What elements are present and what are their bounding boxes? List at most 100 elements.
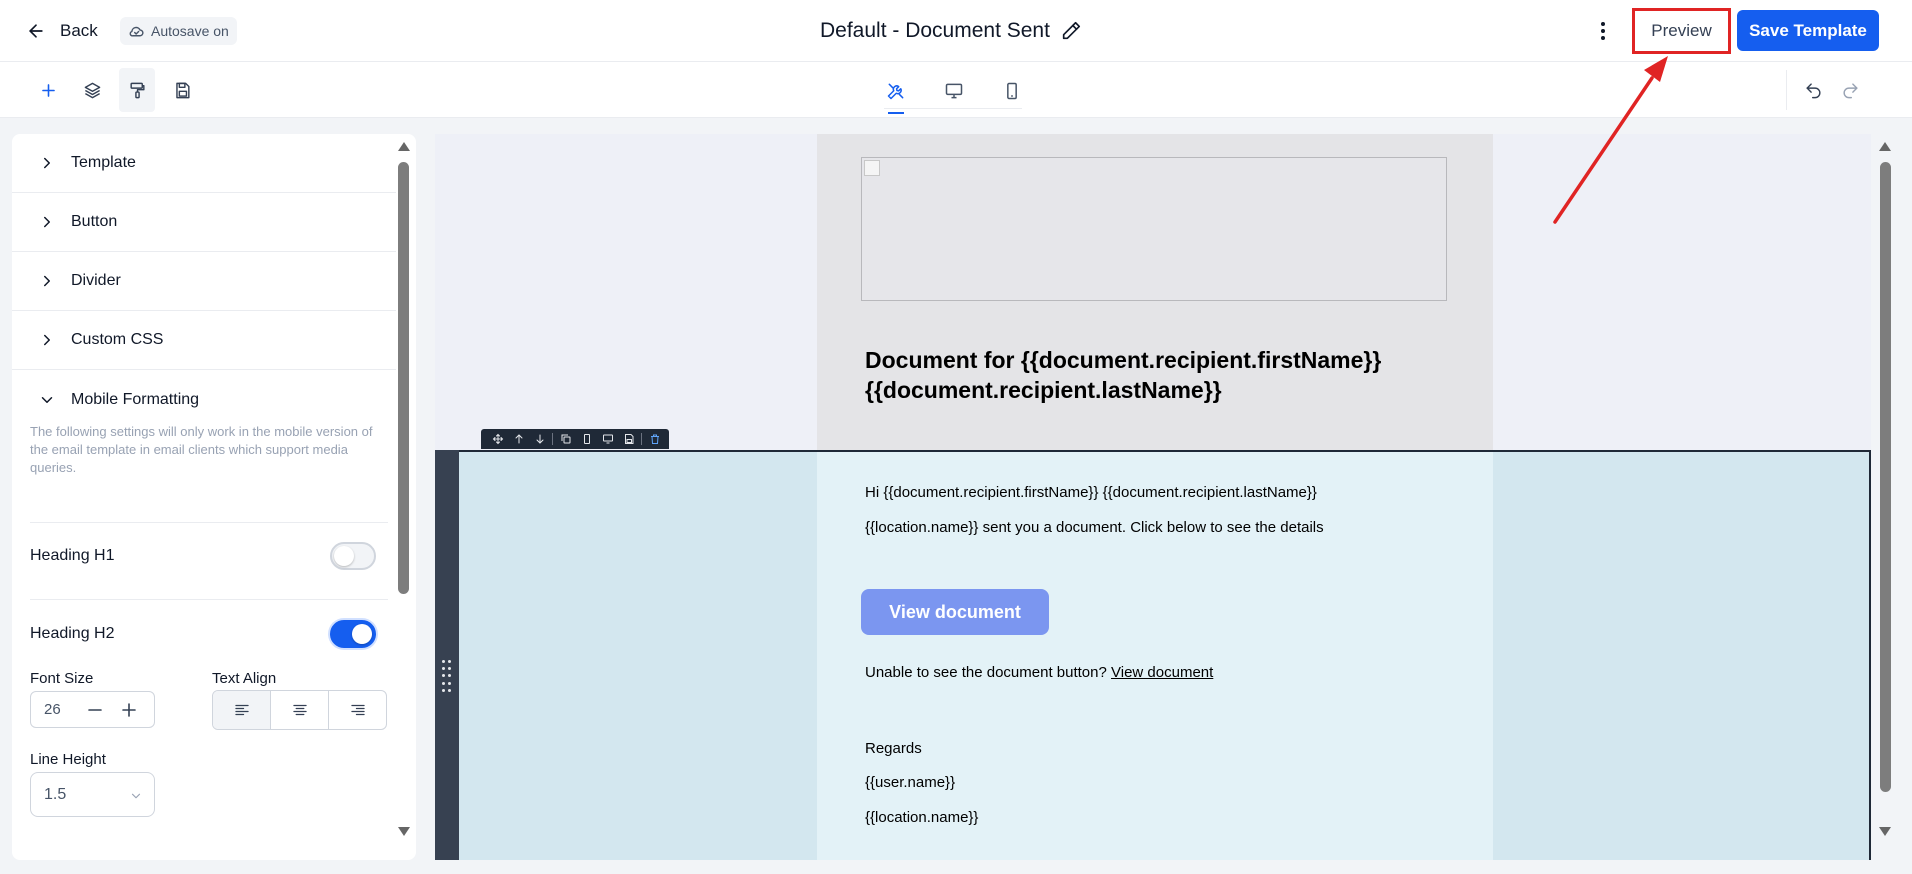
move-down-button[interactable] — [529, 429, 550, 449]
font-size-stepper[interactable]: 26 — [30, 691, 155, 728]
toolbar-divider — [1786, 70, 1787, 110]
view-tabs-divider — [884, 108, 1022, 109]
layers-button[interactable] — [74, 68, 110, 112]
panel-scrollbar[interactable] — [398, 162, 409, 594]
pencil-icon[interactable] — [1060, 20, 1082, 42]
fallback-text: Unable to see the document button? — [865, 664, 1107, 681]
settings-panel: Template Button Divider Custom CSS Mobil… — [12, 134, 416, 860]
user-name-text[interactable]: {{user.name}} — [865, 774, 955, 791]
canvas-scroll-up[interactable] — [1879, 142, 1891, 151]
editor-toolbar — [0, 62, 1912, 118]
autosave-badge: Autosave on — [120, 17, 237, 45]
mobile-formatting-description: The following settings will only work in… — [30, 424, 373, 475]
heading-h2-toggle[interactable] — [330, 620, 376, 648]
canvas-scroll-down[interactable] — [1879, 827, 1891, 836]
preview-label: Preview — [1651, 21, 1712, 40]
chevron-right-icon — [44, 216, 50, 228]
accordion-label: Custom CSS — [71, 331, 164, 348]
undo-button[interactable] — [1795, 68, 1831, 112]
add-block-button[interactable] — [30, 68, 66, 112]
heading-h1-toggle[interactable] — [330, 542, 376, 570]
back-label: Back — [60, 21, 98, 40]
save-template-button[interactable]: Save Template — [1737, 10, 1879, 51]
align-left-icon — [234, 704, 249, 716]
text-align-label: Text Align — [212, 670, 277, 687]
page-title: Default - Document Sent — [820, 19, 1050, 42]
toolbar-separator — [552, 433, 553, 445]
align-right-icon — [350, 704, 365, 716]
save-section-button[interactable] — [618, 429, 639, 449]
tab-tools[interactable] — [878, 70, 914, 114]
plus-icon — [122, 703, 136, 717]
section-toolbar — [481, 429, 669, 449]
mobile-icon — [583, 434, 590, 444]
location-name-text[interactable]: {{location.name}} — [865, 809, 978, 826]
save-icon — [624, 434, 633, 444]
styles-button[interactable] — [119, 68, 155, 112]
add-icon — [41, 83, 55, 97]
align-center-button[interactable] — [271, 691, 329, 729]
desktop-visibility-button[interactable] — [597, 429, 618, 449]
heading-h2-label: Heading H2 — [30, 625, 115, 642]
panel-scroll-down[interactable] — [398, 827, 410, 836]
delete-button[interactable] — [644, 429, 665, 449]
toggle-knob — [352, 624, 372, 644]
email-header-section[interactable]: Document for {{document.recipient.firstN… — [817, 134, 1493, 450]
greeting-text[interactable]: Hi {{document.recipient.firstName}} {{do… — [865, 484, 1317, 501]
save-icon — [175, 82, 190, 98]
accordion-label: Template — [71, 154, 136, 171]
accordion-label: Button — [71, 213, 118, 230]
regards-text[interactable]: Regards — [865, 740, 922, 757]
drag-dots-icon — [442, 660, 452, 694]
preview-button[interactable]: Preview — [1632, 8, 1731, 54]
chevron-right-icon — [44, 157, 50, 169]
increment-button[interactable] — [119, 700, 139, 720]
move-icon — [492, 433, 503, 445]
broken-image-placeholder[interactable] — [861, 157, 1447, 301]
sent-line-text[interactable]: {{location.name}} sent you a document. C… — [865, 519, 1324, 536]
heading-h1-label: Heading H1 — [30, 547, 115, 564]
line-height-select[interactable]: 1.5 — [30, 772, 155, 817]
duplicate-button[interactable] — [555, 429, 576, 449]
move-up-button[interactable] — [508, 429, 529, 449]
dots-vertical-icon — [1601, 22, 1605, 40]
align-center-icon — [292, 704, 307, 716]
section-drag-handle[interactable] — [435, 450, 459, 860]
chevron-down-icon — [131, 793, 141, 799]
save-block-button[interactable] — [164, 68, 200, 112]
accordion-custom-css[interactable]: Custom CSS — [12, 311, 396, 370]
accordion-button[interactable]: Button — [12, 193, 396, 252]
cloud-check-icon — [129, 26, 144, 36]
accordion-template[interactable]: Template — [12, 134, 396, 193]
decrement-button[interactable] — [85, 700, 105, 720]
font-size-value[interactable]: 26 — [44, 701, 61, 718]
move-button[interactable] — [487, 429, 508, 449]
accordion-mobile-formatting[interactable]: Mobile Formatting — [12, 370, 396, 429]
arrow-down-icon — [536, 434, 543, 444]
view-document-link[interactable]: View document — [1111, 664, 1213, 681]
trash-icon — [650, 434, 659, 444]
canvas-scrollbar[interactable] — [1880, 162, 1891, 792]
align-right-button[interactable] — [329, 691, 386, 729]
layers-icon — [84, 82, 100, 98]
accordion-divider[interactable]: Divider — [12, 252, 396, 311]
tab-mobile[interactable] — [994, 70, 1030, 112]
tools-icon — [887, 83, 904, 100]
redo-button[interactable] — [1832, 68, 1868, 112]
desktop-icon — [602, 434, 613, 444]
tab-desktop[interactable] — [936, 70, 972, 112]
chevron-right-icon — [44, 275, 50, 287]
panel-scroll-up[interactable] — [398, 142, 410, 151]
back-button[interactable]: Back — [26, 16, 98, 46]
view-document-button[interactable]: View document — [861, 589, 1049, 635]
email-heading[interactable]: Document for {{document.recipient.firstN… — [865, 345, 1465, 405]
paint-roller-icon — [129, 82, 145, 98]
fallback-line[interactable]: Unable to see the document button? View … — [865, 664, 1213, 681]
align-left-button[interactable] — [213, 691, 271, 729]
autosave-label: Autosave on — [151, 23, 229, 39]
more-options-button[interactable] — [1592, 16, 1614, 46]
mobile-visibility-button[interactable] — [576, 429, 597, 449]
line-height-value: 1.5 — [44, 786, 67, 803]
mobile-icon — [1007, 82, 1017, 100]
redo-icon — [1843, 82, 1858, 98]
